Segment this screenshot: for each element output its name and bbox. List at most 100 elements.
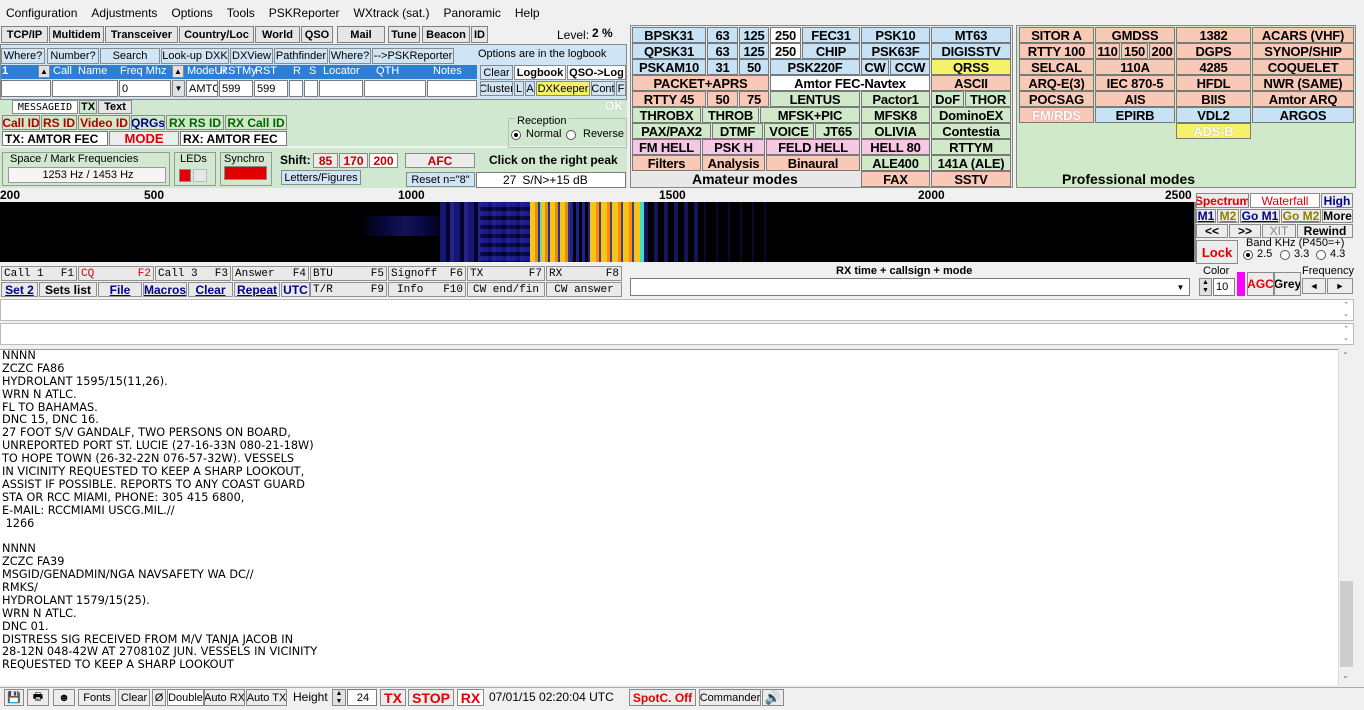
- menu-help[interactable]: Help: [515, 6, 548, 20]
- mode-packet-aprs[interactable]: PACKET+APRS: [632, 75, 769, 91]
- menu-tools[interactable]: Tools: [227, 6, 263, 20]
- btu-f5-button[interactable]: BTU F5: [310, 266, 387, 281]
- qso-to-log-button[interactable]: QSO->Log: [567, 65, 626, 80]
- mode-chip[interactable]: CHIP: [802, 43, 860, 59]
- mode-psk63f[interactable]: PSK63F: [861, 43, 930, 59]
- number-button[interactable]: Number?: [47, 48, 99, 64]
- mode-throbx[interactable]: THROBX: [632, 107, 701, 123]
- mode-qrss[interactable]: QRSS: [931, 59, 1011, 75]
- tx-button[interactable]: TX: [380, 689, 406, 706]
- call3-f3-button[interactable]: Call 3 F3: [155, 266, 231, 281]
- pskreporter-button[interactable]: -->PSKReporter: [372, 48, 454, 64]
- mode-gmdss[interactable]: GMDSS: [1095, 27, 1175, 43]
- qso-button[interactable]: QSO: [301, 26, 333, 43]
- more-button[interactable]: More: [1322, 209, 1353, 223]
- rewind-button[interactable]: Rewind: [1297, 224, 1353, 238]
- mode-nwr-same[interactable]: NWR (SAME): [1252, 75, 1354, 91]
- freq-dropdown[interactable]: ▼: [172, 80, 185, 97]
- mode-psk10[interactable]: PSK10: [861, 27, 930, 43]
- set2-button[interactable]: Set 2: [1, 282, 38, 297]
- mode-ais[interactable]: AIS: [1095, 91, 1175, 107]
- tx-line1-scroll-icon[interactable]: ⌃ ⌄: [1340, 301, 1352, 319]
- id-button[interactable]: ID: [471, 26, 488, 43]
- macro-user-icon[interactable]: ☻: [53, 689, 75, 706]
- afc-button[interactable]: AFC: [405, 153, 475, 168]
- beacon-button[interactable]: Beacon: [422, 26, 470, 43]
- mode-lentus[interactable]: LENTUS: [770, 91, 860, 107]
- sets-list-button[interactable]: Sets list: [39, 282, 97, 297]
- menu-options[interactable]: Options: [171, 6, 220, 20]
- mode-dominoex[interactable]: DominoEX: [931, 107, 1011, 123]
- mode-dtmf[interactable]: DTMF: [712, 123, 763, 139]
- band-2-5-radio[interactable]: [1243, 250, 1253, 260]
- rx-f8-button[interactable]: RX F8: [546, 266, 622, 281]
- zero-button[interactable]: Ø: [152, 689, 166, 706]
- mode-rtty110[interactable]: 110: [1095, 43, 1120, 59]
- rst-my-field[interactable]: 599: [254, 80, 288, 97]
- mode-141a-ale[interactable]: 141A (ALE): [931, 155, 1011, 171]
- mode-ale400[interactable]: ALE400: [861, 155, 930, 171]
- where2-button[interactable]: Where?: [329, 48, 371, 64]
- rx-call-id-button[interactable]: RX Call ID: [225, 115, 287, 130]
- auto-rx-button[interactable]: Auto RX: [204, 689, 245, 706]
- row-spinner[interactable]: ▲: [38, 65, 50, 78]
- mode-epirb[interactable]: EPIRB: [1095, 107, 1175, 123]
- mode-argos[interactable]: ARGOS: [1252, 107, 1354, 123]
- color-value[interactable]: 10: [1213, 278, 1235, 296]
- mode-selcal[interactable]: SELCAL: [1019, 59, 1094, 75]
- tune-button[interactable]: Tune: [388, 26, 420, 43]
- mode-110a[interactable]: 110A: [1095, 59, 1175, 75]
- spectrum-button[interactable]: Spectrum: [1196, 193, 1249, 208]
- mail-button[interactable]: Mail: [337, 26, 385, 43]
- call1-f1-button[interactable]: Call 1 F1: [1, 266, 77, 281]
- tx-line2-scroll-icon[interactable]: ⌃ ⌄: [1340, 325, 1352, 343]
- mode-sstv[interactable]: SSTV: [931, 171, 1011, 187]
- rst-ur-field[interactable]: 599: [219, 80, 253, 97]
- mode-rttym[interactable]: RTTYM: [931, 139, 1011, 155]
- menu-wxtrack[interactable]: WXtrack (sat.): [354, 6, 438, 20]
- rx-scroll-thumb[interactable]: [1340, 581, 1353, 667]
- mode-hell80[interactable]: HELL 80: [861, 139, 930, 155]
- mode-qpsk250[interactable]: 250: [770, 43, 801, 59]
- tr-f9-button[interactable]: T/R F9: [310, 282, 387, 297]
- tcpip-button[interactable]: TCP/IP: [1, 26, 48, 43]
- grey-button[interactable]: Grey: [1274, 272, 1301, 296]
- mode-jt65[interactable]: JT65: [815, 123, 860, 139]
- mode-psk-h[interactable]: PSK H: [702, 139, 765, 155]
- waterfall-button[interactable]: Waterfall: [1250, 193, 1320, 208]
- menu-panoramic[interactable]: Panoramic: [444, 6, 509, 20]
- mode-ads-b[interactable]: ADS-B: [1176, 123, 1251, 139]
- freq-right-button[interactable]: ►: [1327, 278, 1353, 294]
- reverse-radio[interactable]: [566, 130, 576, 140]
- mode-arq-e3[interactable]: ARQ-E(3): [1019, 75, 1094, 91]
- country-loc-button[interactable]: Country/Loc: [179, 26, 254, 43]
- auto-tx-button[interactable]: Auto TX: [246, 689, 287, 706]
- height-value[interactable]: 24: [347, 689, 377, 706]
- mode-rtty150[interactable]: 150: [1121, 43, 1148, 59]
- mode-pocsag[interactable]: POCSAG: [1019, 91, 1094, 107]
- mode-olivia[interactable]: OLIVIA: [861, 123, 930, 139]
- mode-field[interactable]: AMTC: [186, 80, 218, 97]
- mode-dgps[interactable]: DGPS: [1176, 43, 1251, 59]
- dxkeeper-button[interactable]: DXKeeper: [536, 81, 590, 96]
- menu-adjustments[interactable]: Adjustments: [91, 6, 165, 20]
- menu-configuration[interactable]: Configuration: [6, 6, 85, 20]
- speaker-icon[interactable]: 🔊: [762, 689, 784, 706]
- mode-thor[interactable]: THOR: [965, 91, 1011, 107]
- prev-button[interactable]: <<: [1196, 224, 1228, 238]
- binaural-button[interactable]: Binaural: [766, 155, 860, 171]
- tab-messageid[interactable]: MESSAGEID: [12, 100, 78, 114]
- mode-1382[interactable]: 1382: [1176, 27, 1251, 43]
- color-spinner[interactable]: ▲ ▼: [1199, 278, 1212, 296]
- repeat-button[interactable]: Repeat: [234, 282, 280, 297]
- mode-fm-hell[interactable]: FM HELL: [632, 139, 701, 155]
- signoff-f6-button[interactable]: Signoff F6: [388, 266, 466, 281]
- clear-log-button[interactable]: Clear: [480, 65, 513, 80]
- macros-button[interactable]: Macros: [143, 282, 187, 297]
- mode-pskam10[interactable]: PSKAM10: [632, 59, 706, 75]
- mode-contestia[interactable]: Contestia: [931, 123, 1011, 139]
- transceiver-button[interactable]: Transceiver: [105, 26, 178, 43]
- cw-answer-button[interactable]: CW answer: [546, 282, 622, 297]
- mode-pax[interactable]: PAX/PAX2: [632, 123, 711, 139]
- logbook-button[interactable]: Logbook: [514, 65, 566, 80]
